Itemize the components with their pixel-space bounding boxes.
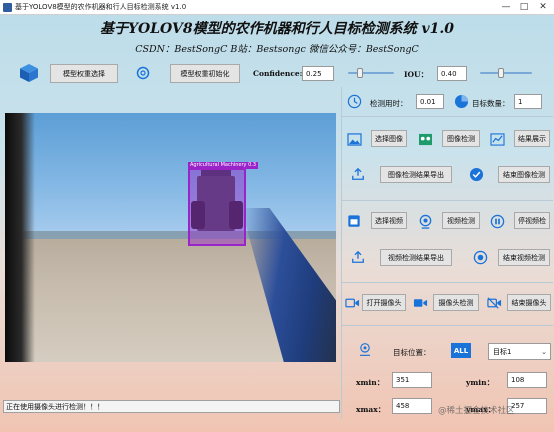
model-init-button[interactable]: 模型权重初始化 <box>170 64 240 83</box>
video-display: Agricultural Machinery 0.3 <box>5 113 336 362</box>
image-detect-button[interactable]: 图像检测 <box>442 130 480 147</box>
location-pin-icon <box>357 341 373 357</box>
confidence-slider[interactable] <box>348 68 394 78</box>
model-select-button[interactable]: 模型权重选择 <box>50 64 118 83</box>
window-title: 基于YOLOV8模型的农作机器和行人目标检测系统 v1.0 <box>15 3 187 11</box>
xmax-label: xmax： <box>356 405 386 414</box>
panel-divider <box>341 87 342 419</box>
xmin-field: 351 <box>392 372 432 388</box>
iou-label: IOU： <box>404 70 429 79</box>
video-file-icon[interactable] <box>346 213 362 229</box>
page-subtitle: CSDN：BestSongC B站：Bestsongc 微信公众号：BestSo… <box>135 44 419 55</box>
chevron-down-icon: ⌄ <box>541 347 547 356</box>
show-result-button[interactable]: 结果展示 <box>514 130 550 147</box>
pause-video-button[interactable]: 停视频检 <box>514 212 550 229</box>
check-circle-icon[interactable] <box>468 166 484 182</box>
end-image-detect-button[interactable]: 结束图像检测 <box>498 166 550 183</box>
end-camera-button[interactable]: 结束摄像头 <box>507 294 551 311</box>
watermark: @稀土掘金技术社区 <box>438 406 515 416</box>
iou-input[interactable]: 0.40 <box>437 66 467 81</box>
page-title: 基于YOLOV8模型的农作机器和行人目标检测系统 v1.0 <box>100 21 454 37</box>
target-position-label: 目标位置： <box>393 348 431 357</box>
pause-icon[interactable] <box>489 213 505 229</box>
xmin-label: xmin： <box>356 378 385 387</box>
image-icon[interactable] <box>346 131 362 147</box>
section-divider <box>341 282 553 283</box>
end-video-detect-button[interactable]: 结束视频检测 <box>498 249 550 266</box>
iou-slider-handle[interactable] <box>497 68 504 78</box>
target-select[interactable]: 目标1 ⌄ <box>488 343 551 360</box>
camera-detect-icon[interactable] <box>412 295 428 311</box>
pie-chart-icon <box>453 93 469 109</box>
ymin-label: ymin： <box>466 378 495 387</box>
image-detect-icon[interactable] <box>417 131 433 147</box>
cube-icon[interactable] <box>18 63 40 83</box>
video-sky <box>20 113 336 239</box>
confidence-input[interactable]: 0.25 <box>302 66 334 81</box>
upload-icon[interactable] <box>350 166 366 182</box>
close-button[interactable]: ✕ <box>534 1 552 13</box>
gear-icon[interactable] <box>134 64 152 82</box>
open-camera-button[interactable]: 打开摄像头 <box>362 294 406 311</box>
ymin-field: 108 <box>507 372 547 388</box>
select-image-button[interactable]: 选择图像 <box>371 130 407 147</box>
export-image-result-button[interactable]: 图像检测结果导出 <box>380 166 452 183</box>
status-bar: 正在使用摄像头进行检测！！！ <box>3 400 340 413</box>
maximize-button[interactable]: □ <box>515 1 533 13</box>
target-select-value: 目标1 <box>493 347 512 356</box>
export-video-result-button[interactable]: 视频检测结果导出 <box>380 249 452 266</box>
camera-detect-button[interactable]: 摄像头检测 <box>433 294 479 311</box>
time-label: 检测用时： <box>370 99 408 108</box>
iou-slider[interactable] <box>480 68 532 78</box>
count-value: 1 <box>514 94 542 109</box>
clock-icon <box>346 93 362 109</box>
confidence-slider-handle[interactable] <box>356 68 363 78</box>
count-label: 目标数量： <box>472 99 510 108</box>
minimize-button[interactable]: — <box>497 1 515 13</box>
chart-line-icon[interactable] <box>489 131 505 147</box>
select-video-button[interactable]: 选择视频 <box>371 212 407 229</box>
stop-icon[interactable] <box>472 249 488 265</box>
section-divider <box>341 116 553 117</box>
detection-label: Agricultural Machinery 0.3 <box>188 162 259 169</box>
xmax-field: 458 <box>392 398 432 414</box>
video-detect-icon[interactable] <box>417 213 433 229</box>
camera-icon[interactable] <box>344 295 360 311</box>
app-icon <box>3 3 12 12</box>
video-left-edge <box>5 113 35 362</box>
upload-icon[interactable] <box>350 249 366 265</box>
confidence-label: Confidence: <box>253 69 303 78</box>
detection-box <box>188 168 246 246</box>
time-value: 0.01 <box>416 94 444 109</box>
section-divider <box>341 200 553 201</box>
camera-off-icon[interactable] <box>486 295 502 311</box>
video-detect-button[interactable]: 视频检测 <box>442 212 480 229</box>
all-badge: ALL <box>451 343 471 358</box>
section-divider <box>341 325 553 326</box>
window-titlebar: 基于YOLOV8模型的农作机器和行人目标检测系统 v1.0 — □ ✕ <box>0 0 554 15</box>
